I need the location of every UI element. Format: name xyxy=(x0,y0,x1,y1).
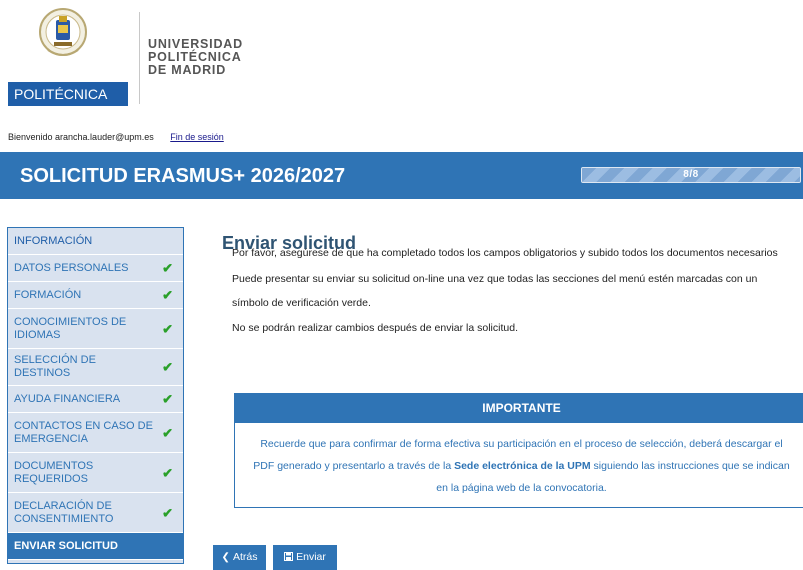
checkmark-icon: ✔ xyxy=(162,321,173,336)
welcome-bar: Bienvenido arancha.lauder@upm.es Fin de … xyxy=(8,132,224,142)
sidebar-item-label: CONTACTOS EN CASO DE EMERGENCIA xyxy=(14,419,153,445)
important-text: siguiendo las instrucciones que se indic… xyxy=(590,460,790,472)
instruction-paragraph: Puede presentar su enviar su solicitud o… xyxy=(232,273,758,285)
sidebar-item-label: AYUDA FINANCIERA xyxy=(14,392,121,405)
important-body: Recuerde que para confirmar de forma efe… xyxy=(235,423,803,499)
logo-divider xyxy=(139,12,140,104)
checkmark-icon: ✔ xyxy=(162,260,173,276)
sidebar-item-label: SELECCIÓN DE DESTINOS xyxy=(14,354,96,379)
sidebar-item-contactos-emergencia[interactable]: CONTACTOS EN CASO DE EMERGENCIA ✔ xyxy=(8,413,183,453)
sidebar-item-label: CONOCIMIENTOS DE IDIOMAS xyxy=(14,315,127,341)
logo-wordmark: UNIVERSIDAD POLITÉCNICA DE MADRID xyxy=(148,38,243,77)
save-icon xyxy=(284,545,294,570)
sidebar-item-conocimientos-idiomas[interactable]: CONOCIMIENTOS DE IDIOMAS ✔ xyxy=(8,309,183,349)
sidebar-item-datos-personales[interactable]: DATOS PERSONALES ✔ xyxy=(8,255,183,282)
sidebar-item-ayuda-financiera[interactable]: AYUDA FINANCIERA ✔ xyxy=(8,386,183,413)
important-heading: IMPORTANTE xyxy=(235,394,803,423)
sidebar-item-enviar-solicitud[interactable]: ENVIAR SOLICITUD xyxy=(8,533,183,560)
header-banner: SOLICITUD ERASMUS+ 2026/2027 8/8 xyxy=(0,152,803,199)
sidebar-item-label: DOCUMENTOS REQUERIDOS xyxy=(14,459,94,485)
instruction-paragraph: Por favor, asegúrese de que ha completad… xyxy=(232,247,778,259)
sidebar-item-informacion[interactable]: INFORMACIÓN xyxy=(8,228,183,255)
chevron-left-icon: ❮ xyxy=(221,552,230,563)
back-button[interactable]: ❮ Atrás xyxy=(213,545,266,570)
sidebar-item-documentos-requeridos[interactable]: DOCUMENTOS REQUERIDOS ✔ xyxy=(8,453,183,493)
checkmark-icon: ✔ xyxy=(162,359,173,375)
important-text: PDF generado y presentarlo a través de l… xyxy=(253,460,455,472)
send-button-label: Enviar xyxy=(296,551,326,563)
logout-link[interactable]: Fin de sesión xyxy=(170,132,224,142)
upm-logo: POLITÉCNICA UNIVERSIDAD POLITÉCNICA DE M… xyxy=(6,6,242,106)
checkmark-icon: ✔ xyxy=(162,505,173,520)
instruction-paragraph: símbolo de verificación verde. xyxy=(232,297,371,309)
progress-bar: 8/8 xyxy=(581,167,801,183)
sidebar-item-label: DECLARACIÓN DE CONSENTIMIENTO xyxy=(14,499,114,525)
sidebar-item-seleccion-destinos[interactable]: SELECCIÓN DE DESTINOS ✔ xyxy=(8,349,183,386)
sidebar-item-label: DATOS PERSONALES xyxy=(14,261,129,274)
page-title: SOLICITUD ERASMUS+ 2026/2027 xyxy=(20,165,346,187)
sidebar-item-formacion[interactable]: FORMACIÓN ✔ xyxy=(8,282,183,309)
welcome-text: Bienvenido arancha.lauder@upm.es xyxy=(8,132,154,142)
checkmark-icon: ✔ xyxy=(162,287,173,303)
sidebar-item-label: ENVIAR SOLICITUD xyxy=(14,539,118,552)
important-line: PDF generado y presentarlo a través de l… xyxy=(235,455,803,477)
university-crest-icon xyxy=(39,8,87,56)
important-line: Recuerde que para confirmar de forma efe… xyxy=(260,438,783,450)
instruction-paragraph: No se podrán realizar cambios después de… xyxy=(232,322,518,334)
sidebar-item-declaracion-consentimiento[interactable]: DECLARACIÓN DE CONSENTIMIENTO ✔ xyxy=(8,493,183,533)
sidebar-nav: INFORMACIÓN DATOS PERSONALES ✔ FORMACIÓN… xyxy=(7,227,184,564)
sede-electronica-link[interactable]: Sede electrónica de la UPM xyxy=(454,460,591,472)
send-button[interactable]: Enviar xyxy=(273,545,337,570)
important-line: en la página web de la convocatoria. xyxy=(436,482,607,494)
logo-line: DE MADRID xyxy=(148,63,227,77)
checkmark-icon: ✔ xyxy=(162,465,173,480)
progress-label: 8/8 xyxy=(683,169,699,180)
logo-badge: POLITÉCNICA xyxy=(8,82,128,106)
important-notice: IMPORTANTE Recuerde que para confirmar d… xyxy=(234,393,803,508)
checkmark-icon: ✔ xyxy=(162,425,173,440)
checkmark-icon: ✔ xyxy=(162,391,173,407)
back-button-label: Atrás xyxy=(232,551,258,563)
sidebar-item-label: FORMACIÓN xyxy=(14,288,82,301)
sidebar-item-label: INFORMACIÓN xyxy=(14,234,93,247)
